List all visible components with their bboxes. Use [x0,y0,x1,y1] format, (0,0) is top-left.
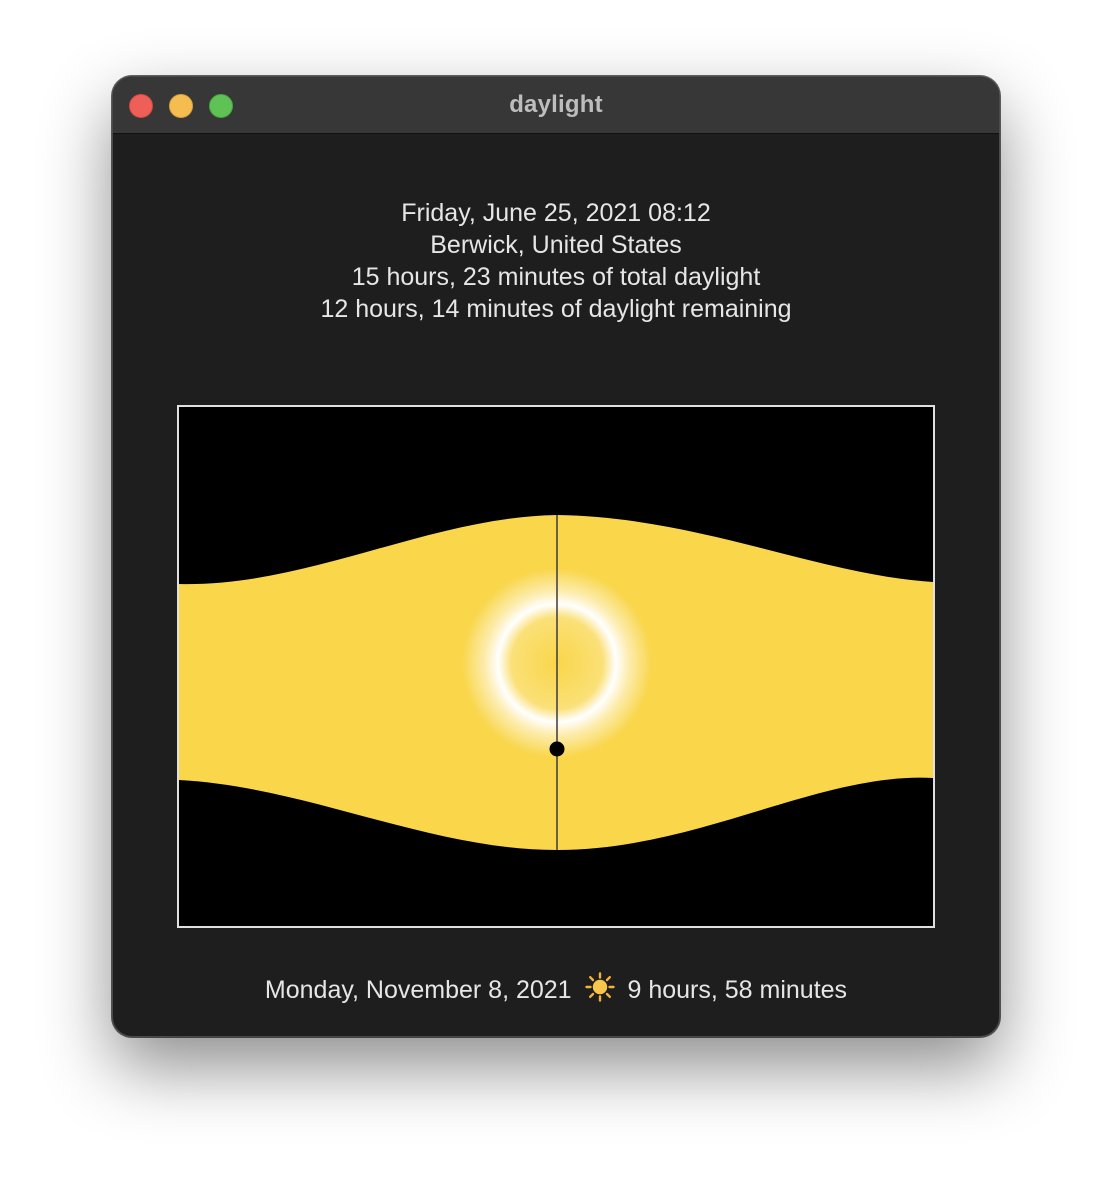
window-title: daylight [509,91,603,118]
sun-icon [584,972,615,1010]
remaining-daylight-label: 12 hours, 14 minutes of daylight remaini… [320,295,792,323]
daylight-chart-svg[interactable] [179,407,933,926]
title-bar[interactable]: daylight [113,77,999,134]
hover-date: Monday, November 8, 2021 [264,976,572,1004]
hover-duration: 9 hours, 58 minutes [627,976,848,1004]
location-label: Berwick, United States [430,231,682,259]
current-time-marker[interactable] [549,741,565,757]
total-daylight-label: 15 hours, 23 minutes of total daylight [351,263,761,291]
daylight-chart[interactable] [177,405,935,928]
current-datetime: Friday, June 25, 2021 08:12 [401,199,711,227]
app-window: daylight Friday, June 25, 2021 08:12 Ber… [112,76,1000,1037]
hover-readout: Monday, November 8, 2021 9 hours, 58 min… [113,972,999,1010]
daylight-info: Friday, June 25, 2021 08:12 Berwick, Uni… [113,197,999,325]
